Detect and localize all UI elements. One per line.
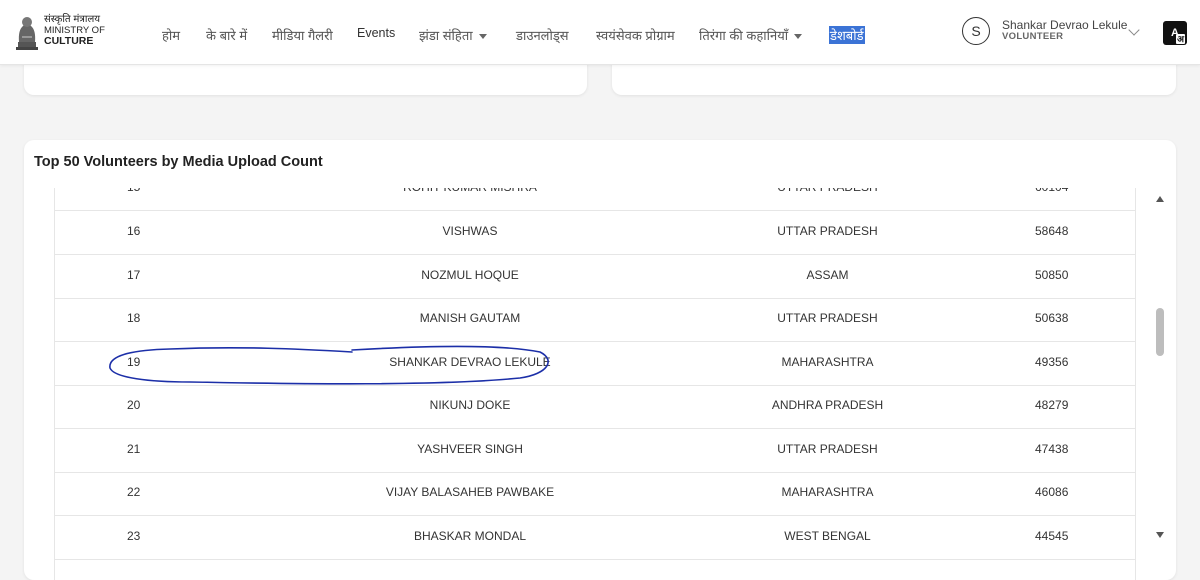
table-row: 18 MANISH GAUTAM UTTAR PRADESH 50638 xyxy=(55,297,1135,342)
nav-downloads[interactable]: डाउनलोड्स xyxy=(516,26,569,44)
rank-cell: 23 xyxy=(127,529,141,543)
count-cell: 44545 xyxy=(1035,529,1069,543)
rank-cell: 20 xyxy=(127,398,141,412)
table-row: 21 YASHVEER SINGH UTTAR PRADESH 47438 xyxy=(55,428,1135,473)
avatar: S xyxy=(962,17,990,45)
chevron-down-icon xyxy=(794,33,803,39)
rank-cell: 18 xyxy=(127,311,141,325)
table-scrollbar[interactable] xyxy=(1154,188,1166,548)
state-cell: MAHARASHTRA xyxy=(781,355,874,369)
rank-cell: 16 xyxy=(127,224,141,238)
name-cell: VIJAY BALASAHEB PAWBAKE xyxy=(385,485,555,499)
scroll-up-icon[interactable] xyxy=(1156,196,1164,202)
count-cell: 48279 xyxy=(1035,398,1069,412)
rank-cell: 21 xyxy=(127,442,141,456)
name-cell: ROHIT KUMAR MISHRA xyxy=(215,188,725,209)
state-cell: WEST BENGAL xyxy=(784,529,871,543)
count-cell: 50850 xyxy=(1035,268,1069,282)
nav-events[interactable]: Events xyxy=(357,26,395,40)
name-cell: BHASKAR MONDAL xyxy=(413,529,527,543)
rank-cell: 15 xyxy=(127,188,140,209)
user-role: VOLUNTEER xyxy=(1002,31,1064,42)
logo-hindi-text: संस्कृति मंत्रालय xyxy=(44,14,101,25)
state-cell: UTTAR PRADESH xyxy=(777,442,878,456)
count-cell: 58648 xyxy=(1035,224,1069,238)
panel-title: Top 50 Volunteers by Media Upload Count xyxy=(34,154,323,170)
rank-cell: 17 xyxy=(127,268,141,282)
volunteers-table[interactable]: 15 ROHIT KUMAR MISHRA UTTAR PRADESH 6010… xyxy=(54,188,1136,580)
state-cell: ASSAM xyxy=(806,268,849,282)
nav-tiranga-stories[interactable]: तिरंगा की कहानियाँ xyxy=(699,26,803,44)
state-cell: UTTAR PRADESH xyxy=(777,224,878,238)
nav-media-gallery[interactable]: मीडिया गैलरी xyxy=(272,26,333,44)
name-cell: SHANKAR DEVRAO LEKULE xyxy=(389,355,551,369)
nav-volunteer-program[interactable]: स्वयंसेवक प्रोग्राम xyxy=(596,26,675,44)
top-volunteers-panel: Top 50 Volunteers by Media Upload Count … xyxy=(24,140,1176,580)
count-cell: 46086 xyxy=(1035,485,1069,499)
count-cell: 49356 xyxy=(1035,355,1069,369)
logo-line-culture: CULTURE xyxy=(44,35,94,47)
rank-cell: 22 xyxy=(127,485,141,499)
name-cell: VISHWAS xyxy=(442,224,498,238)
state-cell: UTTAR PRADESH xyxy=(777,311,878,325)
table-row: 19 SHANKAR DEVRAO LEKULE MAHARASHTRA 493… xyxy=(55,341,1135,386)
national-emblem-icon xyxy=(16,17,38,50)
nav-home[interactable]: होम xyxy=(162,26,180,44)
translate-icon[interactable]: Aअ xyxy=(1163,21,1187,45)
count-cell: 50638 xyxy=(1035,311,1069,325)
scroll-thumb[interactable] xyxy=(1156,308,1164,356)
count-cell: 47438 xyxy=(1035,442,1069,456)
name-cell: NIKUNJ DOKE xyxy=(429,398,511,412)
table-row: 16 VISHWAS UTTAR PRADESH 58648 xyxy=(55,210,1135,255)
table-row: 22 VIJAY BALASAHEB PAWBAKE MAHARASHTRA 4… xyxy=(55,471,1135,516)
state-cell: ANDHRA PRADESH xyxy=(771,398,884,412)
state-cell: UTTAR PRADESH xyxy=(695,188,960,209)
nav-about[interactable]: के बारे में xyxy=(206,26,247,44)
rank-cell: 19 xyxy=(127,355,141,369)
table-row: 23 BHASKAR MONDAL WEST BENGAL 44545 xyxy=(55,515,1135,560)
name-cell: YASHVEER SINGH xyxy=(417,442,523,456)
chevron-down-icon xyxy=(478,33,487,39)
count-cell: 60104 xyxy=(1035,188,1068,209)
user-name: Shankar Devrao Lekule xyxy=(1002,18,1128,32)
user-menu[interactable]: S Shankar Devrao Lekule VOLUNTEER xyxy=(962,17,1140,45)
table-row: 17 NOZMUL HOQUE ASSAM 50850 xyxy=(55,254,1135,299)
top-navbar: संस्कृति मंत्रालय MINISTRY OF CULTURE हो… xyxy=(0,0,1200,65)
chevron-down-icon xyxy=(1128,24,1140,36)
name-cell: MANISH GAUTAM xyxy=(419,311,521,325)
nav-flag-code[interactable]: झंडा संहिता xyxy=(419,26,487,44)
state-cell: MAHARASHTRA xyxy=(781,485,874,499)
name-cell: NOZMUL HOQUE xyxy=(421,268,519,282)
ministry-logo[interactable]: संस्कृति मंत्रालय MINISTRY OF CULTURE xyxy=(14,12,134,56)
table-row: 20 NIKUNJ DOKE ANDHRA PRADESH 48279 xyxy=(55,384,1135,429)
nav-dashboard[interactable]: डेशबोर्ड xyxy=(829,26,865,44)
scroll-down-icon[interactable] xyxy=(1156,532,1164,538)
table-row: 15 ROHIT KUMAR MISHRA UTTAR PRADESH 6010… xyxy=(55,188,1135,211)
